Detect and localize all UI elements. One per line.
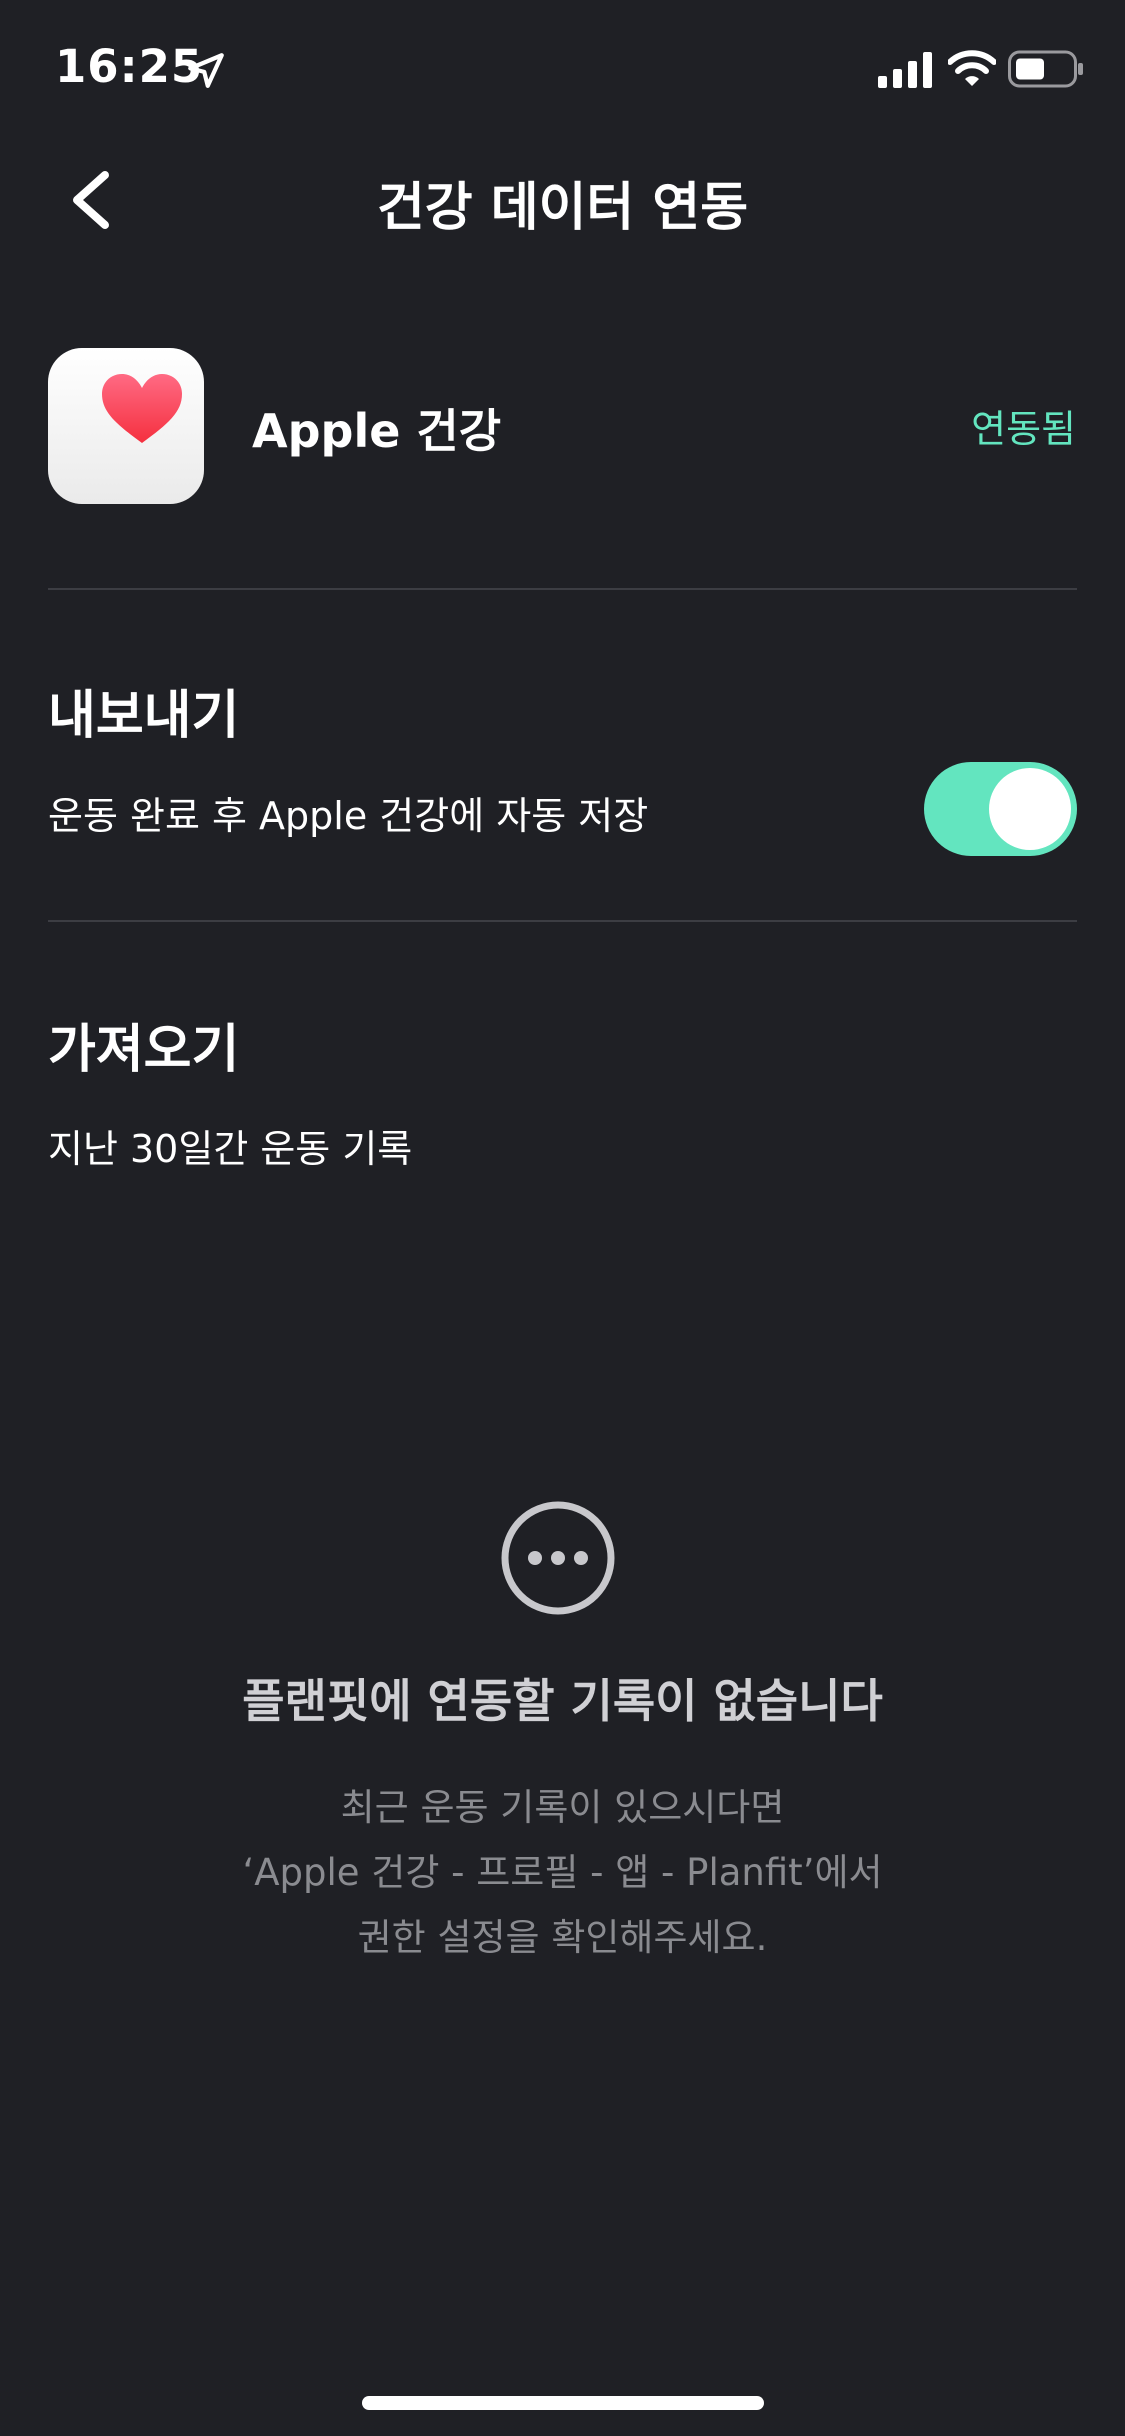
divider [48, 588, 1077, 590]
battery-icon [1008, 50, 1083, 88]
empty-state-line-1: 최근 운동 기록이 있으시다면 [340, 1786, 785, 1829]
divider [48, 920, 1077, 922]
import-section-title: 가져오기 [48, 1020, 240, 1080]
empty-state-title: 플랜핏에 연동할 기록이 없습니다 [242, 1674, 883, 1728]
more-dots-icon [501, 1501, 615, 1615]
integration-app-name: Apple 건강 [252, 404, 502, 458]
toggle-knob [989, 768, 1071, 850]
integration-status-badge: 연동됨 [971, 407, 1076, 451]
page-title: 건강 데이터 연동 [376, 178, 749, 238]
home-indicator[interactable] [362, 2396, 764, 2410]
auto-save-toggle[interactable] [924, 762, 1077, 856]
apple-health-app-icon [48, 348, 204, 504]
empty-state-line-3: 권한 설정을 확인해주세요. [357, 1916, 768, 1959]
status-time: 16:25 [55, 40, 204, 93]
import-description: 지난 30일간 운동 기록 [48, 1127, 413, 1171]
empty-state-line-2: ‘Apple 건강 - 프로필 - 앱 - Planfit’에서 [242, 1851, 883, 1894]
export-section-title: 내보내기 [48, 686, 240, 746]
location-arrow-icon [188, 53, 224, 88]
export-description: 운동 완료 후 Apple 건강에 자동 저장 [48, 794, 649, 838]
wifi-icon [948, 50, 996, 86]
cellular-signal-icon [878, 52, 932, 88]
heart-icon [102, 374, 182, 443]
